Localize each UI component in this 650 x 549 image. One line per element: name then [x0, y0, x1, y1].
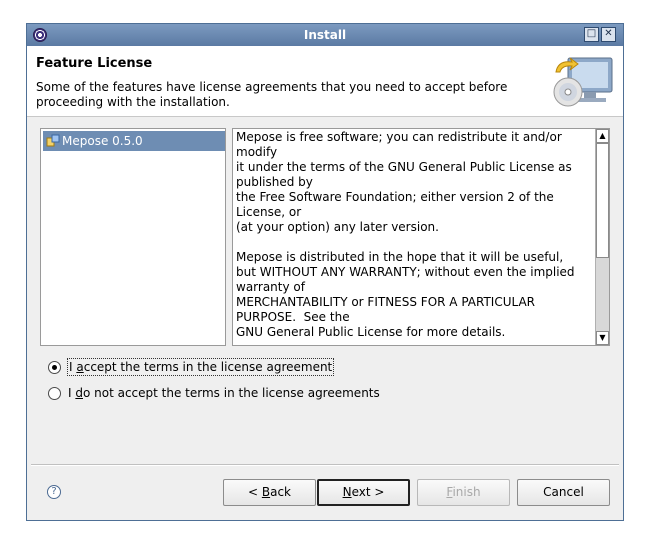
- button-bar-separator: [31, 464, 619, 466]
- install-dialog: Install □ ✕ Feature License Some of the …: [26, 23, 624, 521]
- scroll-thumb[interactable]: [596, 143, 609, 258]
- page-description: Some of the features have license agreem…: [36, 80, 508, 109]
- wizard-header: Feature License Some of the features hav…: [27, 46, 623, 117]
- decline-radio[interactable]: [48, 387, 61, 400]
- install-wizard-icon: [553, 57, 613, 107]
- cancel-button[interactable]: Cancel: [517, 479, 610, 506]
- decline-label[interactable]: I do not accept the terms in the license…: [67, 384, 381, 402]
- next-button[interactable]: Next >: [317, 479, 410, 506]
- maximize-icon[interactable]: □: [584, 27, 599, 42]
- feature-item-mepose[interactable]: Mepose 0.5.0: [43, 131, 225, 151]
- feature-list[interactable]: Mepose 0.5.0: [40, 128, 226, 346]
- accept-radio[interactable]: [48, 361, 61, 374]
- scroll-down-icon[interactable]: ▼: [596, 331, 609, 345]
- page-title: Feature License: [36, 56, 153, 71]
- finish-button[interactable]: Finish: [417, 479, 510, 506]
- license-text-area[interactable]: Mepose is free software; you can redistr…: [232, 128, 610, 346]
- close-icon[interactable]: ✕: [601, 27, 616, 42]
- feature-label: Mepose 0.5.0: [62, 134, 143, 148]
- license-text: Mepose is free software; you can redistr…: [236, 130, 575, 339]
- window-title: Install: [303, 28, 347, 42]
- plugin-icon: [46, 134, 60, 147]
- vertical-scrollbar[interactable]: ▲ ▼: [595, 129, 609, 345]
- scroll-up-icon[interactable]: ▲: [596, 129, 609, 143]
- accept-label[interactable]: I accept the terms in the license agreem…: [67, 358, 335, 376]
- help-icon[interactable]: ?: [47, 485, 61, 499]
- back-button[interactable]: < Back: [223, 479, 316, 506]
- title-bar[interactable]: Install □ ✕: [27, 24, 623, 46]
